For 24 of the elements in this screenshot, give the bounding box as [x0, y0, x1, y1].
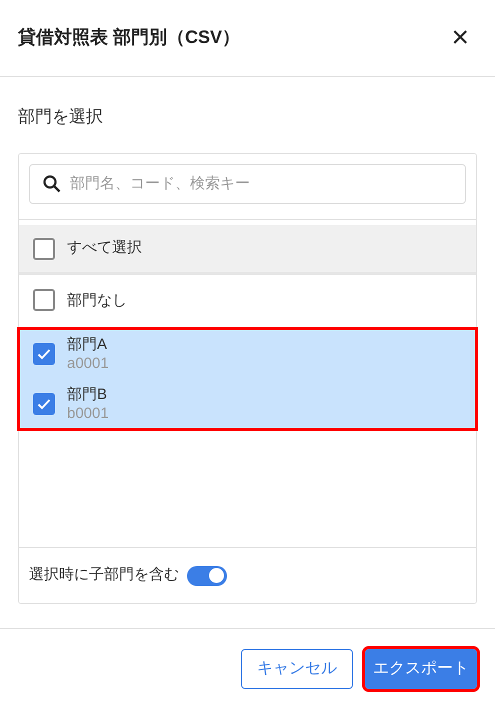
- department-row[interactable]: 部門B b0001: [19, 379, 476, 429]
- search-icon: [42, 174, 62, 194]
- export-button[interactable]: エクスポート: [365, 649, 477, 689]
- department-row[interactable]: 部門A a0001: [19, 329, 476, 379]
- search-field[interactable]: 部門名、コード、検索キー: [29, 164, 466, 204]
- include-children-label: 選択時に子部門を含む: [29, 565, 179, 586]
- department-row[interactable]: 部門なし: [19, 279, 476, 321]
- select-all-row[interactable]: すべて選択: [19, 225, 476, 275]
- section-label: 部門を選択: [18, 106, 104, 128]
- checkbox[interactable]: [33, 289, 55, 311]
- checkbox[interactable]: [33, 343, 55, 365]
- checkbox[interactable]: [33, 393, 55, 415]
- dialog-title: 貸借対照表 部門別（CSV）: [18, 26, 240, 48]
- department-code: a0001: [67, 354, 109, 373]
- department-name: 部門なし: [67, 290, 127, 310]
- department-name: 部門A: [67, 335, 108, 354]
- cancel-button[interactable]: キャンセル: [241, 649, 353, 689]
- search-input[interactable]: 部門名、コード、検索キー: [70, 172, 465, 196]
- department-name: 部門B: [67, 385, 108, 404]
- select-all-label: すべて選択: [67, 238, 142, 258]
- department-code: b0001: [67, 404, 109, 423]
- toggle-switch[interactable]: [187, 566, 227, 586]
- close-button[interactable]: ×: [451, 23, 469, 53]
- checkbox[interactable]: [33, 238, 55, 260]
